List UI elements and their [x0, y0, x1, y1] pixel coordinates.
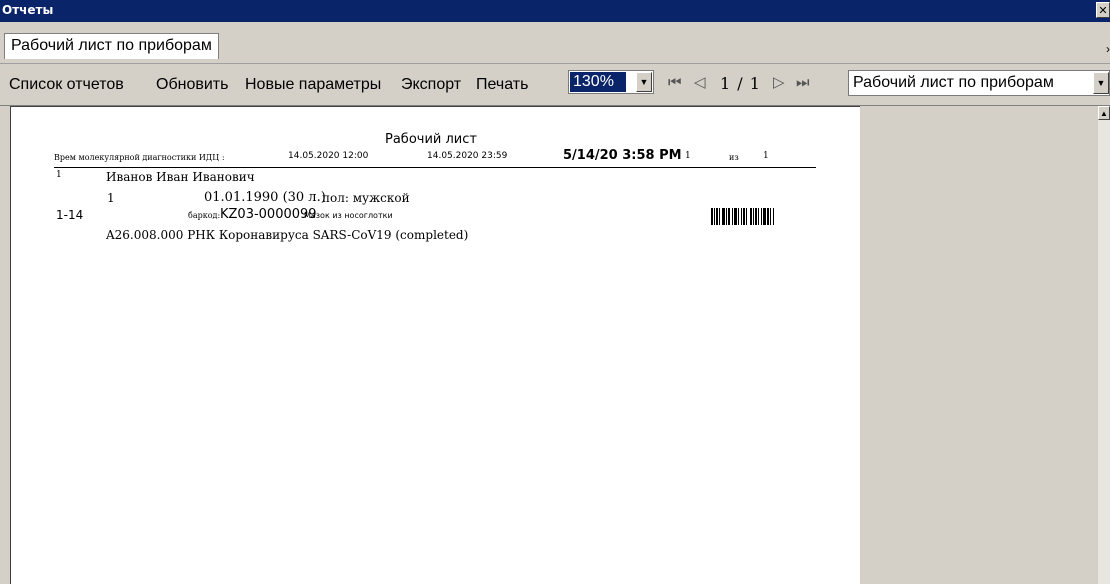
scroll-up-icon[interactable]: ▲: [1098, 106, 1110, 120]
row-index: 1: [56, 170, 62, 180]
window-titlebar: Отчеты ✕: [0, 0, 1110, 22]
of-label: из: [729, 153, 739, 162]
first-page-icon[interactable]: ⏮: [668, 73, 682, 91]
sample-number: 1-14: [56, 208, 84, 222]
page-number: 1: [685, 151, 691, 161]
chevron-down-icon[interactable]: ▼: [1093, 72, 1109, 94]
barcode-image: [711, 208, 795, 225]
test-name: A26.008.000 РНК Коронавируса SARS-CoV19 …: [106, 228, 469, 242]
barcode-label: баркод:: [188, 211, 221, 220]
date-from: 14.05.2020 12:00: [288, 151, 369, 161]
next-page-icon[interactable]: ▷: [773, 73, 785, 91]
last-page-icon[interactable]: ⏭: [796, 73, 810, 91]
zoom-value: 130%: [570, 72, 626, 92]
barcode-value: KZ03-0000099: [220, 207, 317, 222]
report-list-button[interactable]: Список отчетов: [9, 76, 124, 94]
toolbar: Список отчетов Обновить Новые параметры …: [0, 64, 1110, 106]
report-heading: Рабочий лист: [385, 132, 477, 147]
header-divider: [54, 167, 816, 168]
specimen-type: Мазок из носоглотки: [304, 211, 393, 220]
report-select[interactable]: Рабочий лист по приборам ▼: [848, 70, 1110, 96]
export-button[interactable]: Экспорт: [401, 76, 461, 94]
department-label: Врем молекулярной диагностики ИДЦ :: [54, 153, 225, 162]
date-to: 14.05.2020 23:59: [427, 151, 508, 161]
printed-timestamp: 5/14/20 3:58 PM: [563, 148, 682, 163]
new-params-button[interactable]: Новые параметры: [245, 76, 381, 94]
sub-index: 1: [107, 191, 115, 205]
tab-worksheet[interactable]: Рабочий лист по приборам: [4, 33, 219, 59]
report-select-value: Рабочий лист по приборам: [853, 74, 1054, 91]
close-icon[interactable]: ✕: [1096, 2, 1110, 18]
patient-name: Иванов Иван Иванович: [106, 170, 255, 184]
chevron-down-icon[interactable]: ▼: [636, 72, 652, 92]
tab-strip: Рабочий лист по приборам ›: [0, 22, 1110, 64]
refresh-button[interactable]: Обновить: [156, 76, 228, 94]
page-indicator: 1 / 1: [720, 74, 761, 93]
tab-scroll-right-icon[interactable]: ›: [1106, 42, 1110, 56]
window-title: Отчеты: [2, 3, 54, 17]
birth-date: 01.01.1990 (30 л.): [204, 190, 326, 205]
print-button[interactable]: Печать: [476, 76, 528, 94]
zoom-select[interactable]: 130% ▼: [568, 70, 654, 94]
patient-sex: пол: мужской: [322, 191, 410, 205]
side-panel: [860, 106, 1098, 584]
vertical-scrollbar[interactable]: ▲: [1098, 106, 1110, 584]
page-count: 1: [763, 151, 769, 161]
prev-page-icon[interactable]: ◁: [694, 73, 706, 91]
